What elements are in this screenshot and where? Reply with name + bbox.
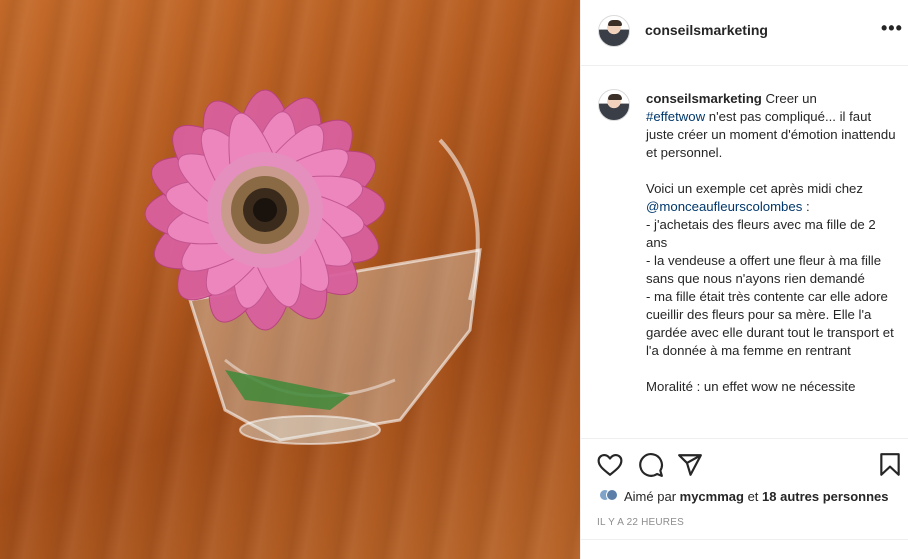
hashtag-link[interactable]: #effetwow xyxy=(646,109,705,124)
liker-username[interactable]: mycmmag xyxy=(680,489,744,504)
mention-link[interactable]: @monceaufleurscolombes xyxy=(646,199,802,214)
post-side-panel: conseilsmarketing ••• conseilsmarketing … xyxy=(580,0,908,559)
caption-text-part: Creer un xyxy=(765,91,817,106)
comment-icon[interactable] xyxy=(638,452,664,478)
caption-avatar[interactable] xyxy=(598,89,630,121)
caption-section: conseilsmarketing Creer un #effetwow n'e… xyxy=(581,66,908,438)
author-avatar[interactable] xyxy=(598,15,630,47)
bookmark-icon[interactable] xyxy=(877,452,903,478)
heart-icon[interactable] xyxy=(597,452,623,478)
actions-section: Aimé par mycmmag et 18 autres personnes … xyxy=(581,438,908,559)
likes-middle: et xyxy=(743,489,763,504)
post-header: conseilsmarketing ••• xyxy=(581,0,908,66)
likes-text: Aimé par mycmmag et 18 autres personnes xyxy=(624,489,908,504)
liker-avatar-icon[interactable] xyxy=(599,489,619,505)
likes-others-link[interactable]: 18 autres personnes xyxy=(762,489,888,504)
caption-username[interactable]: conseilsmarketing xyxy=(646,91,762,106)
more-icon[interactable]: ••• xyxy=(881,19,902,38)
caption-text-part: : - j'achetais des fleurs avec ma fille … xyxy=(646,199,894,394)
likes-prefix: Aimé par xyxy=(624,489,680,504)
author-username[interactable]: conseilsmarketing xyxy=(645,22,768,38)
post-timestamp[interactable]: Il y a 22 heures xyxy=(597,517,684,528)
caption-text: conseilsmarketing Creer un #effetwow n'e… xyxy=(646,90,896,396)
divider xyxy=(581,539,908,540)
share-icon[interactable] xyxy=(677,452,703,478)
flower-in-glass-photo xyxy=(144,89,482,445)
post-image[interactable] xyxy=(0,0,580,559)
